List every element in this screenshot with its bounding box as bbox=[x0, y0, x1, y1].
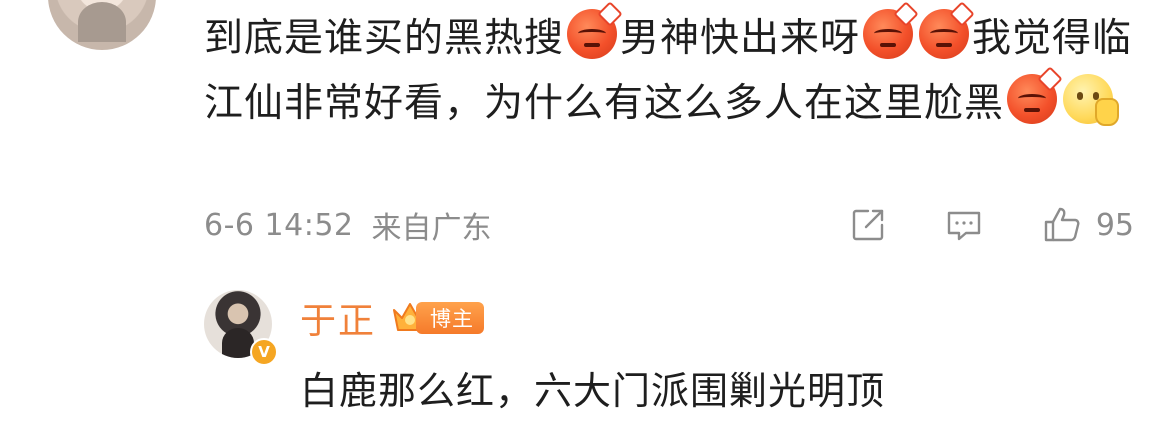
comment-location: 来自广东 bbox=[371, 211, 492, 246]
share-icon[interactable] bbox=[846, 203, 890, 247]
reply-author[interactable]: 于正 bbox=[300, 292, 376, 344]
comment-segment: 男神快出来呀 bbox=[620, 16, 861, 61]
comment-meta: 6-6 14:52 来自广东 95 bbox=[204, 200, 1134, 250]
commenter-avatar[interactable] bbox=[48, 0, 156, 50]
like-count: 95 bbox=[1095, 207, 1134, 243]
like-icon[interactable] bbox=[1040, 203, 1084, 247]
comment-segment: 到底是谁买的黑热搜 bbox=[204, 16, 565, 61]
angry-face-emoji bbox=[919, 1, 975, 59]
blogger-badge: 博主 bbox=[416, 302, 484, 334]
verified-icon: V bbox=[250, 338, 278, 366]
thinking-face-emoji bbox=[1063, 74, 1120, 126]
comment-icon[interactable] bbox=[942, 203, 986, 247]
reply: V 于正 博主 白鹿那么红，六大门派围剿光明顶 bbox=[204, 290, 1134, 420]
comment-text: 到底是谁买的黑热搜 男神快出来呀 我觉得临江仙非常好看，为什么有这么多人在这里尬黑 bbox=[204, 1, 1144, 136]
angry-face-emoji bbox=[567, 1, 623, 59]
angry-face-emoji bbox=[1007, 66, 1063, 124]
comment-actions: 95 bbox=[846, 200, 1134, 250]
reply-text: 白鹿那么红，六大门派围剿光明顶 bbox=[300, 369, 886, 413]
comment-time: 6-6 14:52 bbox=[204, 207, 354, 243]
angry-face-emoji bbox=[863, 1, 919, 59]
